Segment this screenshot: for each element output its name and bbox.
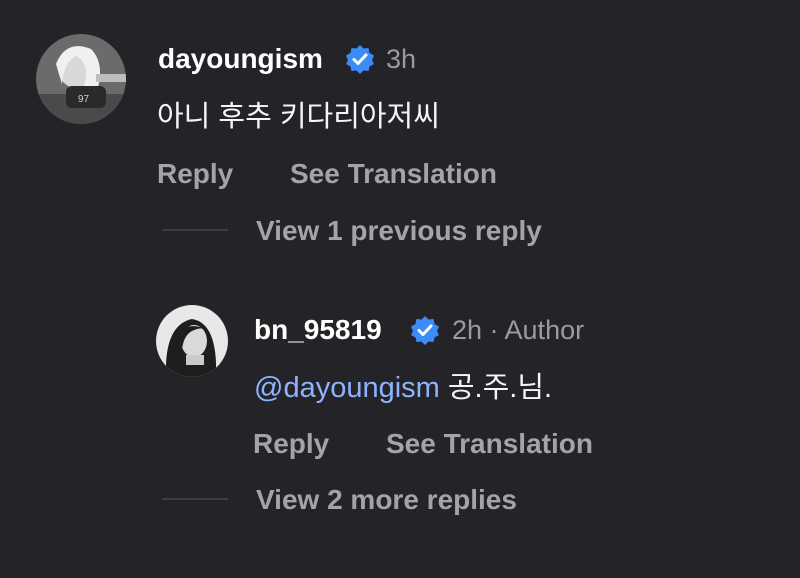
- comment-thread: 97 dayoungism 3h 아니 후추 키다리아저씨 Reply See …: [0, 0, 800, 578]
- divider: [162, 229, 228, 231]
- comment-body: 아니 후추 키다리아저씨: [157, 101, 440, 133]
- reply-button[interactable]: Reply: [157, 158, 233, 190]
- user-avatar-photo-icon: [156, 305, 228, 377]
- view-previous-reply-button[interactable]: View 1 previous reply: [256, 215, 542, 247]
- timestamp: 2h · Author: [452, 315, 585, 345]
- username[interactable]: bn_95819: [254, 314, 382, 346]
- comment-body: 공.주.님.: [439, 372, 553, 404]
- see-translation-button[interactable]: See Translation: [290, 158, 497, 190]
- avatar[interactable]: 97: [36, 34, 126, 124]
- svg-text:97: 97: [78, 94, 90, 105]
- view-more-replies-button[interactable]: View 2 more replies: [256, 484, 517, 516]
- comment-text: 아니 후추 키다리아저씨: [157, 93, 440, 135]
- verified-badge-icon: [411, 316, 439, 345]
- timestamp: 3h: [386, 44, 417, 74]
- mention-link[interactable]: @dayoungism: [254, 372, 440, 404]
- verified-badge-icon: [346, 45, 374, 74]
- username[interactable]: dayoungism: [158, 43, 323, 75]
- avatar[interactable]: [156, 305, 228, 377]
- comment-text: @dayoungism 공.주.님.: [254, 364, 552, 406]
- divider: [162, 498, 228, 500]
- see-translation-button[interactable]: See Translation: [386, 428, 593, 460]
- user-avatar-photo-icon: 97: [36, 34, 126, 124]
- reply-button[interactable]: Reply: [253, 428, 329, 460]
